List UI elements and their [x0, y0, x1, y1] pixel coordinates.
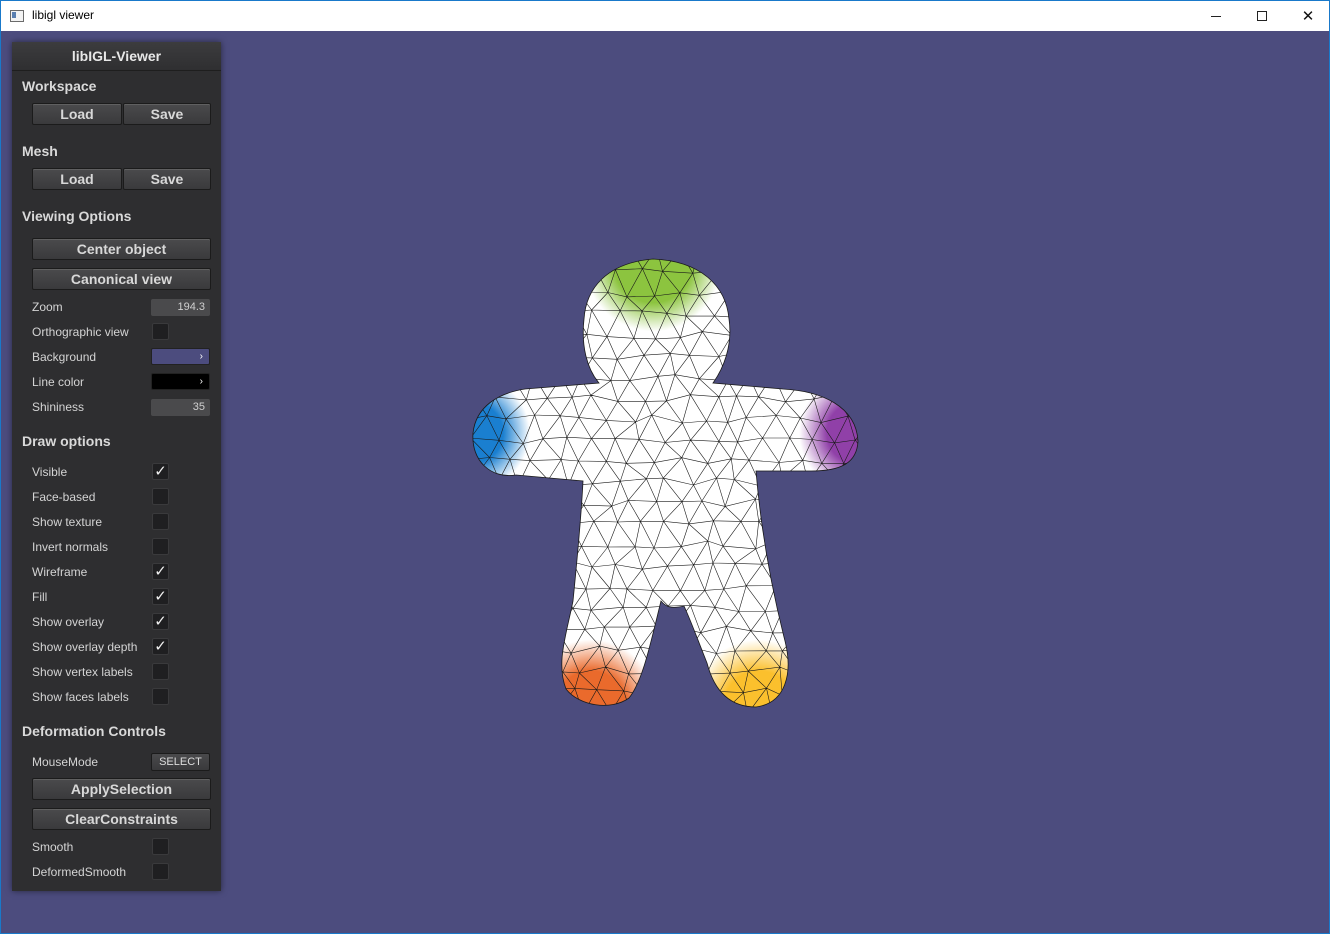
canonical-view-button[interactable]: Canonical view [32, 268, 211, 290]
shininess-input[interactable]: 35 [151, 399, 210, 416]
background-label: Background [32, 350, 97, 364]
mesh-load-button[interactable]: Load [32, 168, 122, 190]
center-object-button[interactable]: Center object [32, 238, 211, 260]
orthographic-checkbox[interactable] [152, 323, 169, 340]
viewing-options-title[interactable]: Viewing Options [22, 208, 131, 224]
smooth-label: Smooth [32, 840, 74, 854]
draw-option-checkbox[interactable] [152, 688, 169, 705]
mousemode-label: MouseMode [32, 755, 99, 769]
draw-option-label: Show vertex labels [32, 665, 133, 679]
workspace-load-button[interactable]: Load [32, 103, 122, 125]
checkmark-icon: ✓ [154, 463, 167, 480]
title-bar[interactable]: libigl viewer ✕ [1, 1, 1329, 31]
draw-option-checkbox[interactable]: ✓ [152, 588, 169, 605]
line-color-label: Line color [32, 375, 85, 389]
draw-option-label: Show faces labels [32, 690, 129, 704]
draw-options-title[interactable]: Draw options [22, 433, 111, 449]
close-icon: ✕ [1301, 7, 1315, 25]
draw-option-label: Visible [32, 465, 68, 479]
zoom-input[interactable]: 194.3 [151, 299, 210, 316]
workspace-section-title[interactable]: Workspace [22, 78, 96, 94]
orthographic-label: Orthographic view [32, 325, 129, 339]
workspace-save-button[interactable]: Save [123, 103, 211, 125]
checkmark-icon: ✓ [154, 638, 167, 655]
window-title: libigl viewer [32, 8, 95, 22]
app-icon [10, 10, 24, 22]
draw-option-checkbox[interactable]: ✓ [152, 463, 169, 480]
draw-option-label: Show texture [32, 515, 103, 529]
draw-option-checkbox[interactable] [152, 488, 169, 505]
draw-option-label: Face-based [32, 490, 96, 504]
mousemode-button[interactable]: SELECT [151, 753, 210, 771]
draw-option-checkbox[interactable]: ✓ [152, 638, 169, 655]
deformed-smooth-label: DeformedSmooth [32, 865, 127, 879]
draw-option-label: Show overlay depth [32, 640, 138, 654]
apply-selection-button[interactable]: ApplySelection [32, 778, 211, 800]
checkmark-icon: ✓ [154, 563, 167, 580]
minimize-icon [1211, 15, 1221, 17]
zoom-label: Zoom [32, 300, 63, 314]
mesh-save-button[interactable]: Save [123, 168, 211, 190]
panel-title[interactable]: libIGL-Viewer [12, 42, 221, 71]
app-window: libigl viewer ✕ libIGL-Viewer Workspace … [0, 0, 1330, 934]
draw-option-label: Invert normals [32, 540, 109, 554]
viewer-panel: libIGL-Viewer Workspace Load Save Mesh L… [12, 42, 221, 891]
draw-option-checkbox[interactable] [152, 538, 169, 555]
draw-option-checkbox[interactable]: ✓ [152, 563, 169, 580]
chevron-right-icon: › [199, 351, 203, 362]
smooth-checkbox[interactable] [152, 838, 169, 855]
deformation-controls-title[interactable]: Deformation Controls [22, 723, 166, 739]
clear-constraints-button[interactable]: ClearConstraints [32, 808, 211, 830]
checkmark-icon: ✓ [154, 613, 167, 630]
minimize-button[interactable] [1193, 1, 1239, 31]
draw-option-checkbox[interactable] [152, 513, 169, 530]
deformed-smooth-checkbox[interactable] [152, 863, 169, 880]
draw-option-label: Show overlay [32, 615, 105, 629]
draw-option-checkbox[interactable] [152, 663, 169, 680]
line-color-picker[interactable]: › [151, 373, 210, 390]
draw-option-checkbox[interactable]: ✓ [152, 613, 169, 630]
3d-viewport[interactable]: libIGL-Viewer Workspace Load Save Mesh L… [1, 31, 1329, 933]
background-color-picker[interactable]: › [151, 348, 210, 365]
draw-option-label: Fill [32, 590, 48, 604]
maximize-icon [1257, 11, 1267, 21]
mesh-section-title[interactable]: Mesh [22, 143, 58, 159]
maximize-button[interactable] [1239, 1, 1285, 31]
shininess-label: Shininess [32, 400, 85, 414]
close-button[interactable]: ✕ [1285, 1, 1330, 31]
draw-option-label: Wireframe [32, 565, 88, 579]
chevron-right-icon: › [199, 376, 203, 387]
checkmark-icon: ✓ [154, 588, 167, 605]
